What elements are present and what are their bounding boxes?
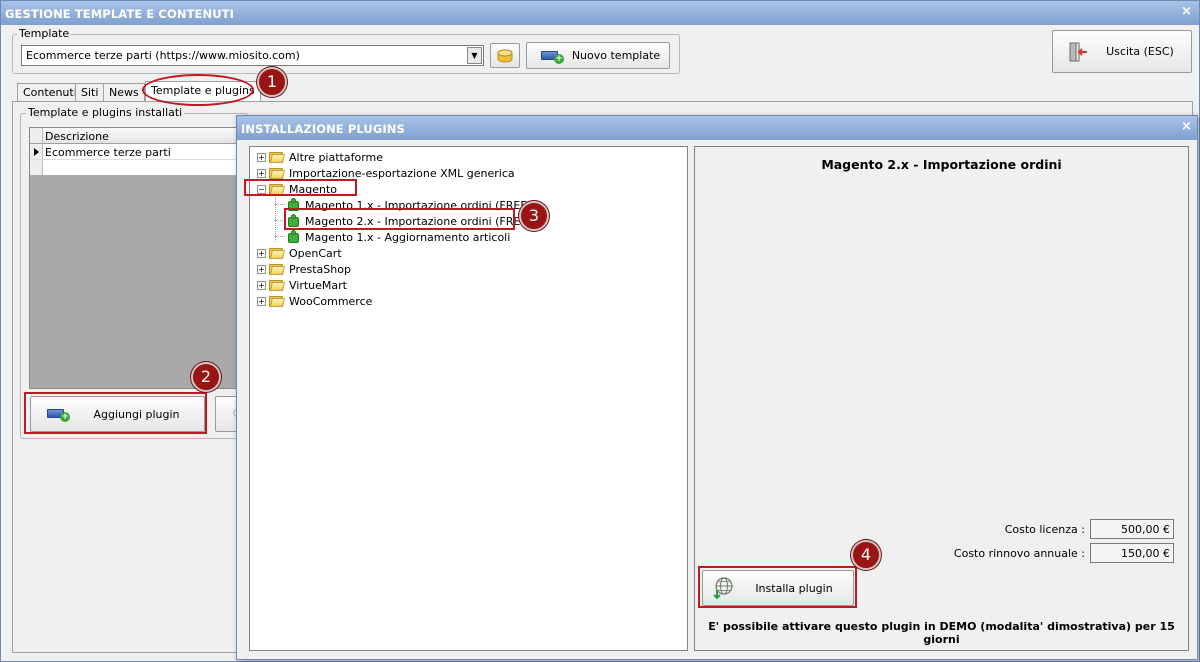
badge-3: 3 (519, 201, 549, 231)
tree-node-label: OpenCart (289, 246, 342, 260)
row-indicator (30, 144, 43, 159)
annotation-rect-add-plugin (24, 392, 207, 434)
grid-corner (30, 128, 43, 143)
tree-connector (275, 204, 285, 205)
main-titlebar: GESTIONE TEMPLATE E CONTENUTI (1, 1, 1199, 25)
database-icon (497, 49, 513, 62)
expand-icon[interactable]: + (257, 152, 266, 162)
tab-news-label: News (109, 86, 139, 99)
main-close-icon[interactable]: × (1181, 5, 1192, 19)
grid-header-descrizione[interactable]: Descrizione (45, 130, 109, 143)
tab-siti[interactable]: Siti (75, 83, 105, 101)
tree-node-opencart[interactable]: + OpenCart (257, 245, 342, 261)
tab-contenuti-label: Contenuti (23, 86, 77, 99)
tree-node-label: Altre piattaforme (289, 150, 383, 164)
renewal-cost-label: Costo rinnovo annuale : (953, 547, 1085, 560)
folder-icon (269, 263, 285, 275)
new-template-label: Nuovo template (571, 49, 661, 62)
dialog-close-icon[interactable]: × (1181, 120, 1192, 134)
main-title: GESTIONE TEMPLATE E CONTENUTI (5, 7, 234, 21)
add-database-icon: + (541, 49, 564, 64)
tab-news[interactable]: News (103, 83, 145, 101)
tree-node-virtuemart[interactable]: + VirtueMart (257, 277, 347, 293)
annotation-rect-magento2 (284, 208, 515, 230)
tree-node-label: PrestaShop (289, 262, 351, 276)
table-row[interactable]: Ecommerce terze parti (30, 144, 240, 160)
open-template-button[interactable] (490, 43, 520, 68)
folder-icon (269, 151, 285, 163)
tree-node-magento1-articoli[interactable]: Magento 1.x - Aggiornamento articoli (287, 229, 510, 245)
new-template-button[interactable]: + Nuovo template (526, 42, 670, 69)
folder-icon (269, 295, 285, 307)
expand-icon[interactable]: + (257, 264, 266, 274)
chevron-down-icon[interactable]: ▼ (467, 47, 482, 64)
plugin-icon (287, 230, 302, 244)
table-row-new[interactable] (30, 160, 240, 175)
expand-icon[interactable]: + (257, 248, 266, 258)
tree-connector (275, 236, 285, 237)
exit-button[interactable]: Uscita (ESC) (1052, 30, 1192, 73)
table-cell: Ecommerce terze parti (45, 146, 171, 159)
installed-group-label: Template e plugins installati (26, 106, 185, 119)
badge-1: 1 (257, 67, 287, 97)
template-combo[interactable]: Ecommerce terze parti (https://www.miosi… (21, 45, 484, 66)
tab-siti-label: Siti (81, 86, 99, 99)
badge-2: 2 (191, 362, 221, 392)
license-cost-value: 500,00 € (1090, 519, 1174, 539)
folder-icon (269, 167, 285, 179)
badge-4: 4 (851, 540, 881, 570)
renewal-cost-value: 150,00 € (1090, 543, 1174, 563)
template-combo-value: Ecommerce terze parti (https://www.miosi… (26, 49, 300, 62)
tree-node-prestashop[interactable]: + PrestaShop (257, 261, 351, 277)
tree-node-altre-piattaforme[interactable]: + Altre piattaforme (257, 149, 383, 165)
current-row-icon (34, 148, 39, 156)
exit-label: Uscita (ESC) (1106, 45, 1174, 58)
tree-node-label: Importazione-esportazione XML generica (289, 166, 515, 180)
annotation-rect-install (698, 566, 857, 608)
exit-door-icon (1069, 42, 1087, 61)
tab-contenuti[interactable]: Contenuti (17, 83, 83, 101)
tree-node-label: Magento 1.x - Aggiornamento articoli (305, 230, 511, 244)
demo-note: E' possibile attivare questo plugin in D… (708, 620, 1175, 646)
folder-icon (269, 247, 285, 259)
tree-node-woocommerce[interactable]: + WooCommerce (257, 293, 372, 309)
license-cost-label: Costo licenza : (1004, 523, 1085, 536)
expand-icon[interactable]: + (257, 280, 266, 290)
row-indicator (30, 160, 43, 175)
tree-node-label: WooCommerce (289, 294, 373, 308)
grid-header: Descrizione (30, 128, 240, 144)
expand-icon[interactable]: + (257, 168, 266, 178)
expand-icon[interactable]: + (257, 296, 266, 306)
dialog-title: INSTALLAZIONE PLUGINS (241, 122, 405, 136)
tree-node-label: VirtueMart (289, 278, 347, 292)
installed-grid[interactable]: Descrizione Ecommerce terze parti (29, 127, 241, 389)
folder-icon (269, 279, 285, 291)
plugin-detail-title: Magento 2.x - Importazione ordini (821, 157, 1062, 172)
annotation-rect-magento (244, 179, 357, 196)
template-group-label: Template (17, 27, 72, 40)
annotation-ellipse-tab (142, 74, 254, 106)
dialog-titlebar: INSTALLAZIONE PLUGINS (237, 116, 1197, 140)
